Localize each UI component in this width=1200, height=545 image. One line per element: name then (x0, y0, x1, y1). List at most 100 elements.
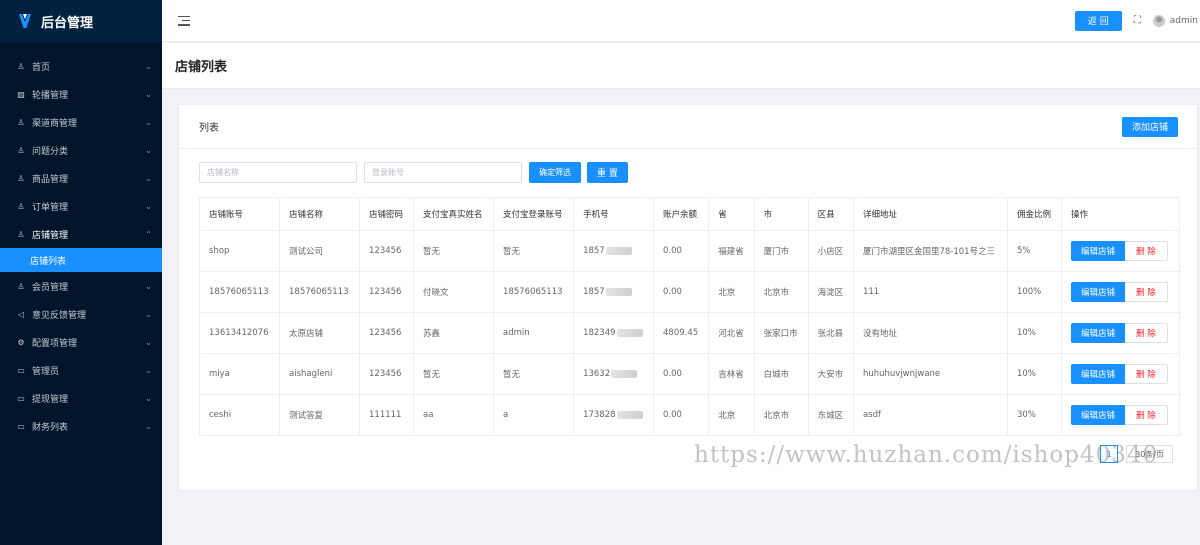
chevron-down-icon: ⌄ (145, 89, 152, 99)
sidebar-item-11[interactable]: ▭ 提现管理 ⌄ (0, 384, 162, 412)
cell-value: 123456 (369, 369, 402, 379)
sidebar-item-0[interactable]: ♙ 首页 ⌄ (0, 52, 162, 80)
filter-bar: 确定筛选 重 置 (199, 162, 628, 183)
edit-shop-button[interactable]: 编辑店铺 (1070, 241, 1125, 261)
cell-value: 太原店铺 (289, 329, 324, 339)
table-row: shop 测试公司 123456 暂无 暂无 1857 0.00 福建省 厦门市 小店区 厦门市湖里… (199, 230, 1181, 272)
cell-address: 111 (852, 271, 1008, 313)
delete-button[interactable]: 删 除 (1125, 323, 1168, 343)
cell-value: 18576065113 (289, 287, 349, 297)
top-header: 返 回 ⛶ admin (162, 0, 1200, 42)
cell-value: 10% (1016, 328, 1036, 338)
cell-city: 张家口市 (753, 312, 809, 354)
sidebar-item-label: 配置项管理 (32, 338, 78, 349)
chevron-down-icon: ⌄ (145, 337, 152, 347)
cell-alipay-name: 暂无 (413, 230, 495, 272)
cell-value: 13632 (583, 369, 611, 379)
chevron-down-icon: ⌄ (145, 281, 152, 291)
cell-value: admin (503, 328, 530, 338)
cell-name: 太原店铺 (279, 312, 360, 354)
sidebar-item-12[interactable]: ▭ 财务列表 ⌄ (0, 412, 162, 440)
cell-province: 福建省 (708, 230, 755, 272)
cell-district: 小店区 (807, 230, 854, 272)
username[interactable]: admin (1170, 16, 1198, 26)
cell-value: 暂无 (423, 370, 441, 380)
reset-button[interactable]: 重 置 (587, 162, 628, 183)
sidebar-item-label: 问题分类 (32, 146, 69, 157)
shop-name-input[interactable] (199, 162, 357, 183)
person-icon: ♙ (17, 145, 25, 155)
login-account-input[interactable] (364, 162, 522, 183)
page-size-select[interactable]: 30条/页 (1126, 445, 1173, 463)
avatar[interactable] (1152, 14, 1165, 27)
sidebar-item-label: 提现管理 (32, 394, 69, 405)
cell-value: 北京市 (763, 411, 790, 421)
edit-shop-button[interactable]: 编辑店铺 (1070, 323, 1125, 343)
sidebar-item-2[interactable]: ♙ 渠道商管理 ⌄ (0, 108, 162, 136)
cell-password: 123456 (358, 230, 415, 272)
cell-value: 18576065113 (209, 287, 269, 297)
header-actions: 返 回 ⛶ admin (1074, 10, 1200, 31)
fullscreen-icon[interactable]: ⛶ (1134, 15, 1141, 26)
sidebar-item-5[interactable]: ♙ 订单管理 ⌄ (0, 192, 162, 220)
edit-shop-button[interactable]: 编辑店铺 (1070, 282, 1125, 302)
cell-value: 没有地址 (862, 329, 897, 339)
logo[interactable]: 后台管理 (0, 0, 162, 42)
column-header: 区县 (807, 197, 854, 231)
sidebar-item-9[interactable]: ⚙ 配置项管理 ⌄ (0, 328, 162, 356)
cell-value: 大安市 (817, 370, 844, 380)
delete-button[interactable]: 删 除 (1125, 405, 1168, 425)
cell-value: 测试公司 (289, 247, 324, 257)
cell-balance: 0.00 (653, 394, 710, 436)
cell-value: 123456 (369, 328, 402, 338)
cell-phone: 1857 (573, 271, 655, 313)
column-header: 市 (753, 197, 809, 231)
cell-value: 白城市 (763, 370, 790, 380)
column-header: 支付宝真实姓名 (413, 197, 495, 231)
cell-value: 10% (1016, 369, 1036, 379)
folder-icon: ▭ (17, 421, 25, 431)
add-shop-button[interactable]: 添加店铺 (1121, 116, 1178, 137)
cell-alipay-account: 18576065113 (493, 271, 575, 313)
sidebar-subitem-shop-list[interactable]: 店铺列表 (0, 248, 162, 272)
chevron-down-icon: ⌄ (145, 393, 152, 403)
delete-button[interactable]: 删 除 (1125, 241, 1168, 261)
folder-icon: ▭ (17, 393, 25, 403)
sidebar-item-6[interactable]: ♙ 店铺管理 ⌃ (0, 220, 162, 248)
cell-password: 123456 (358, 353, 415, 395)
sidebar-item-10[interactable]: ▭ 管理员 ⌄ (0, 356, 162, 384)
chevron-up-icon: ⌃ (145, 229, 152, 239)
cell-value: 123456 (369, 246, 402, 256)
menu-toggle-icon[interactable] (178, 15, 190, 26)
delete-button[interactable]: 删 除 (1125, 364, 1168, 384)
back-button[interactable]: 返 回 (1074, 10, 1122, 31)
cell-password: 111111 (358, 394, 415, 436)
cell-balance: 4809.45 (653, 312, 710, 354)
sidebar-item-3[interactable]: ♙ 问题分类 ⌄ (0, 136, 162, 164)
shop-table: 店铺账号 店铺名称 店铺密码 支付宝真实姓名 支付宝登录账号 手机号 账户余额省市区县 详细地… (199, 197, 1181, 436)
cell-value: 0.00 (663, 246, 682, 256)
table-header-row: 店铺账号 店铺名称 店铺密码 支付宝真实姓名 支付宝登录账号 手机号 账户余额省市区县 详细地… (199, 197, 1181, 231)
page-number-current[interactable]: 1 (1100, 445, 1119, 463)
sidebar-item-1[interactable]: ▨ 轮播管理 ⌄ (0, 80, 162, 108)
column-header: 详细地址 (852, 197, 1008, 231)
sidebar-item-label: 会员管理 (32, 282, 69, 293)
sidebar: 后台管理 ♙ 首页 ⌄ ▨ 轮播管理 ⌄ ♙ 渠道商管理 ⌄ ♙ 问题分类 ⌄ ♙ 商品管理 ⌄ ♙ 订单管理 ⌄… (0, 0, 162, 545)
sidebar-item-4[interactable]: ♙ 商品管理 ⌄ (0, 164, 162, 192)
cell-value: 测试答复 (289, 411, 324, 421)
cell-account: miya (199, 353, 280, 395)
filter-button[interactable]: 确定筛选 (529, 162, 581, 183)
edit-shop-button[interactable]: 编辑店铺 (1070, 364, 1125, 384)
sidebar-item-label: 意见反馈管理 (32, 310, 87, 321)
cell-value: 厦门市湖里区金国里78-101号之三 (862, 247, 996, 257)
cell-district: 海淀区 (807, 271, 854, 313)
sidebar-item-7[interactable]: ♙ 会员管理 ⌄ (0, 272, 162, 300)
cell-province: 吉林省 (708, 353, 755, 395)
delete-button[interactable]: 删 除 (1125, 282, 1168, 302)
sidebar-item-8[interactable]: ◁ 意见反馈管理 ⌄ (0, 300, 162, 328)
edit-shop-button[interactable]: 编辑店铺 (1070, 405, 1125, 425)
sidebar-item-label: 商品管理 (32, 174, 69, 185)
card-title: 列表 (199, 123, 219, 134)
cell-actions: 编辑店铺删 除 (1060, 353, 1181, 395)
cell-commission: 30% (1006, 394, 1062, 436)
